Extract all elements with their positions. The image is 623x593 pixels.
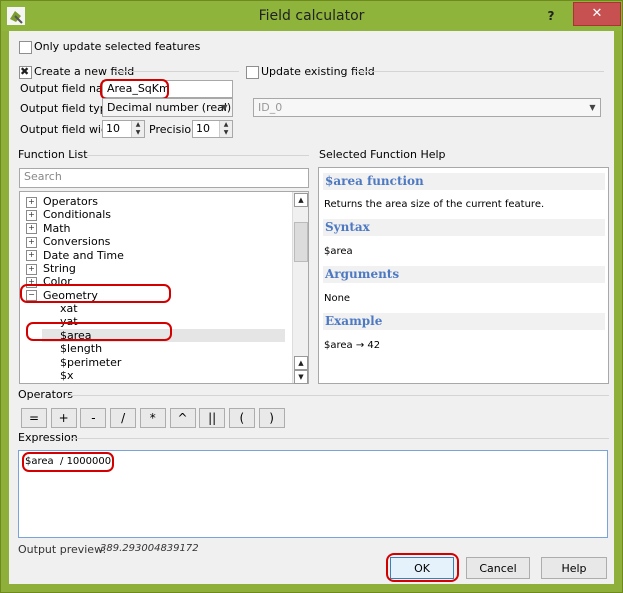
expression-divider — [70, 438, 609, 439]
precision-value: 10 — [196, 122, 210, 135]
operator-button[interactable]: - — [80, 408, 107, 428]
dialog-body: Only update selected features Create a n… — [9, 31, 614, 584]
help-syntax-heading: Syntax — [323, 219, 605, 236]
tree-item-length[interactable]: $length — [60, 342, 102, 355]
highlight-geometry — [20, 284, 171, 303]
spin-down-icon[interactable]: ▼ — [219, 129, 232, 137]
precision-label: Precision — [149, 123, 199, 136]
operators-divider — [66, 395, 609, 396]
help-syntax: $area — [324, 246, 353, 257]
tree-group-label: Date and Time — [43, 248, 124, 262]
existing-field-select[interactable]: ID_0 ▼ — [253, 98, 601, 117]
tree-group-string[interactable]: + String — [26, 262, 76, 275]
create-new-field-checkbox[interactable] — [19, 65, 32, 79]
close-button[interactable]: ✕ — [573, 2, 621, 26]
tree-item-perimeter[interactable]: $perimeter — [60, 356, 121, 369]
only-update-selected-label: Only update selected features — [34, 40, 201, 53]
operators-title: Operators — [18, 388, 73, 401]
expand-icon[interactable]: + — [26, 236, 37, 248]
only-update-selected-checkbox[interactable] — [19, 41, 32, 54]
scroll-down-icon[interactable]: ▼ — [294, 370, 308, 384]
output-field-width-value: 10 — [106, 122, 120, 135]
function-help-panel: $area function Returns the area size of … — [318, 167, 609, 384]
update-existing-field-checkbox[interactable] — [246, 66, 259, 79]
update-group-divider — [354, 71, 604, 72]
expand-icon[interactable]: + — [26, 196, 37, 208]
operator-button[interactable]: ^ — [169, 408, 196, 428]
chevron-down-icon: ▼ — [221, 103, 228, 112]
spin-up-icon[interactable]: ▲ — [219, 121, 232, 129]
tree-item-xat[interactable]: xat — [60, 302, 78, 315]
spin-up-icon[interactable]: ▲ — [131, 121, 144, 129]
highlight-field-name — [100, 79, 169, 100]
tree-item-x[interactable]: $x — [60, 369, 74, 382]
function-list-title: Function List — [18, 148, 88, 161]
help-function-name: $area function — [323, 173, 605, 190]
operator-button[interactable]: / — [110, 408, 137, 428]
spin-down-icon[interactable]: ▼ — [131, 129, 144, 137]
field-calculator-window: Field calculator ? ✕ Only update selecte… — [0, 0, 623, 593]
operator-button[interactable]: + — [50, 408, 77, 428]
tree-group-label: String — [43, 262, 76, 275]
tree-group-math[interactable]: + Math — [26, 222, 71, 235]
operator-button[interactable]: ) — [258, 408, 285, 428]
tree-group-label: Operators — [43, 195, 98, 208]
operator-buttons: = + - / * ^ ||() — [21, 408, 321, 430]
output-field-type-value: Decimal number (real) — [107, 101, 232, 114]
function-search-input[interactable]: Search — [19, 168, 309, 188]
window-title: Field calculator — [258, 8, 365, 24]
tree-group-label: Math — [43, 221, 71, 235]
function-tree-scrollbar[interactable]: ▲ ▲ ▼ — [292, 192, 308, 384]
help-example-heading: Example — [323, 313, 605, 330]
scroll-thumb[interactable] — [294, 222, 308, 262]
expand-icon[interactable]: + — [26, 223, 37, 235]
tree-group-conversions[interactable]: + Conversions — [26, 235, 110, 248]
highlight-area — [26, 322, 172, 341]
help-title: Selected Function Help — [319, 148, 446, 161]
tree-group-label: Conversions — [43, 235, 111, 249]
expand-icon[interactable]: + — [26, 263, 37, 275]
tree-group-date-and-time[interactable]: + Date and Time — [26, 249, 124, 262]
help-example: $area → 42 — [324, 340, 381, 351]
precision-spinbox[interactable]: 10 ▲ ▼ — [192, 120, 233, 138]
tree-group-conditionals[interactable]: + Conditionals — [26, 208, 111, 221]
output-field-width-spinbox[interactable]: 10 ▲ ▼ — [102, 120, 145, 138]
operator-button[interactable]: * — [139, 408, 166, 428]
operator-button[interactable]: || — [199, 408, 226, 428]
help-arguments: None — [324, 293, 351, 304]
expand-icon[interactable]: + — [26, 250, 37, 262]
output-field-type-label: Output field type — [20, 102, 114, 115]
output-preview-value: 389.293004839172 — [100, 543, 199, 554]
function-list-divider — [87, 155, 309, 156]
operator-button[interactable]: ( — [228, 408, 255, 428]
scroll-up-icon[interactable]: ▲ — [294, 193, 308, 207]
highlight-expression — [22, 452, 114, 472]
help-icon[interactable]: ? — [541, 7, 561, 25]
operator-button[interactable]: = — [21, 408, 47, 428]
existing-field-value: ID_0 — [258, 101, 283, 114]
scroll-up-icon[interactable]: ▲ — [294, 356, 308, 370]
expression-title: Expression — [18, 431, 78, 444]
chevron-down-icon: ▼ — [589, 103, 596, 112]
cancel-button[interactable]: Cancel — [466, 557, 530, 579]
output-preview-label: Output preview: — [18, 543, 107, 556]
expand-icon[interactable]: + — [26, 209, 37, 221]
output-field-type-select[interactable]: Decimal number (real) ▼ — [102, 98, 233, 117]
help-description: Returns the area size of the current fea… — [324, 199, 545, 210]
create-group-divider — [114, 71, 239, 72]
help-button[interactable]: Help — [541, 557, 607, 579]
tree-group-operators[interactable]: + Operators — [26, 195, 98, 208]
title-bar[interactable]: Field calculator ? ✕ — [1, 1, 622, 31]
tree-group-label: Conditionals — [43, 208, 112, 222]
help-arguments-heading: Arguments — [323, 266, 605, 283]
highlight-ok — [386, 553, 459, 582]
